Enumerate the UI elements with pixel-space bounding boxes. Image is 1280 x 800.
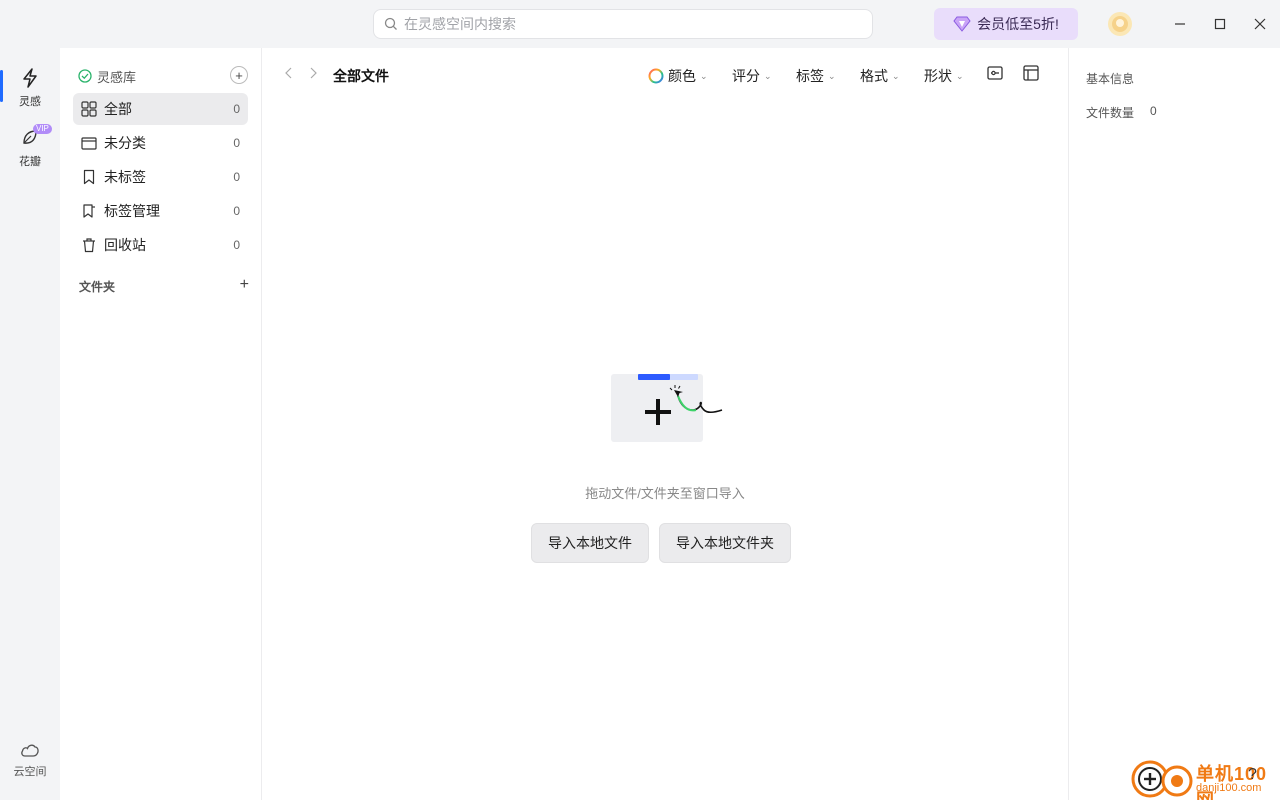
avatar-icon [1112,16,1128,32]
tray-icon [81,137,97,150]
empty-state-text: 拖动文件/文件夹至窗口导入 [585,486,745,501]
info-panel: 基本信息 文件数量 0 [1068,48,1280,800]
minimize-icon [1175,23,1185,25]
sidebar-item-count: 0 [233,170,240,184]
grid-icon [81,101,97,117]
membership-promo-button[interactable]: 会员低至5折! [934,8,1078,40]
sidebar-item-count: 0 [233,238,240,252]
file-count-value: 0 [1150,104,1157,118]
sidebar-item-all[interactable]: 全部 0 [73,93,248,125]
rail-item-cloud[interactable]: 云空间 [0,742,60,779]
layout-panel-icon [1023,65,1039,81]
diamond-icon [953,16,971,32]
sidebar-item-count: 0 [233,136,240,150]
tag-manage-icon [83,204,95,218]
add-folder-button[interactable]: + [240,277,249,295]
help-button[interactable]: ? [1248,766,1257,784]
main-content: 全部文件 颜色 ⌄ 评分 ⌄ 标签 ⌄ 格式 ⌄ 形状 ⌄ 拖动文件/文件夹至窗… [262,48,1068,800]
filter-label: 评分 [732,68,760,84]
search-input[interactable] [404,16,844,32]
title-bar: 会员低至5折! [0,0,1280,48]
close-icon [1254,18,1266,30]
chevron-right-icon [310,67,317,79]
chevron-down-icon: ⌄ [764,70,772,81]
filter-shape[interactable]: 形状 ⌄ [924,66,964,86]
sidebar-item-label: 全部 [104,101,132,117]
rail-item-petals[interactable]: VIP 花瓣 [0,124,60,169]
sidebar-item-trash[interactable]: 回收站 0 [73,229,248,261]
sidebar-item-label: 未分类 [104,135,146,151]
sidebar-item-uncategorized[interactable]: 未分类 0 [73,127,248,159]
page-title: 全部文件 [333,68,389,84]
file-count-row: 文件数量 0 [1086,104,1157,121]
bookmark-icon [83,169,95,185]
chevron-down-icon: ⌄ [828,70,836,81]
rail-label-petals: 花瓣 [19,156,41,168]
sidebar-item-untagged[interactable]: 未标签 0 [73,161,248,193]
maximize-icon [1214,18,1226,30]
folders-header: 文件夹 + [79,277,249,295]
folders-label: 文件夹 [79,280,116,294]
sidebar-item-label: 回收站 [104,237,146,253]
user-avatar[interactable] [1108,12,1132,36]
filter-label: 标签 [796,68,824,84]
library-header[interactable]: 灵感库 + [78,66,248,86]
chevron-down-icon: ⌄ [700,70,708,81]
add-library-button[interactable]: + [230,66,248,84]
sidebar-item-count: 0 [233,102,240,116]
filter-label: 格式 [860,68,888,84]
minimize-button[interactable] [1168,12,1192,36]
watermark-site-name: 单机100网 [1196,764,1268,800]
filter-label: 颜色 [668,68,696,84]
chevron-down-icon: ⌄ [956,70,964,81]
slider-box-icon [987,66,1003,80]
layout-toggle-button[interactable] [1022,64,1042,84]
vip-badge: VIP [33,124,52,134]
import-file-button[interactable]: 导入本地文件 [531,523,649,563]
search-box[interactable] [373,9,873,39]
empty-folder-illustration [611,374,723,442]
sidebar-item-count: 0 [233,204,240,218]
back-button[interactable] [284,66,294,82]
promo-label: 会员低至5折! [977,16,1059,32]
sidebar: 灵感库 + 全部 0 未分类 0 未标签 0 标签管理 0 回收站 0 文件夹 … [60,48,262,800]
import-folder-button[interactable]: 导入本地文件夹 [659,523,791,563]
search-icon [384,17,397,30]
color-wheel-icon [648,68,664,84]
rail-label-inspiration: 灵感 [19,96,41,108]
sidebar-item-label: 未标签 [104,169,146,185]
sidebar-item-tag-management[interactable]: 标签管理 0 [73,195,248,227]
maximize-button[interactable] [1208,12,1232,36]
filter-label: 形状 [924,68,952,84]
info-panel-title: 基本信息 [1086,72,1135,86]
app-rail: 灵感 VIP 花瓣 云空间 [0,48,60,800]
plus-icon: + [235,67,243,83]
rail-label-cloud: 云空间 [13,766,47,778]
filter-format[interactable]: 格式 ⌄ [860,66,900,86]
filter-rating[interactable]: 评分 ⌄ [732,66,772,86]
sidebar-item-label: 标签管理 [104,203,160,219]
chevron-down-icon: ⌄ [892,70,900,81]
close-button[interactable] [1248,12,1272,36]
file-count-label: 文件数量 [1086,106,1135,120]
library-label: 灵感库 [97,69,137,85]
sort-toggle-button[interactable] [986,64,1006,84]
lightning-icon [23,68,37,88]
check-circle-icon [78,69,92,83]
forward-button[interactable] [308,66,318,82]
filter-color[interactable]: 颜色 ⌄ [648,66,708,86]
rail-item-inspiration[interactable]: 灵感 [0,68,60,109]
question-mark-icon: ? [1248,766,1257,783]
chevron-left-icon [285,67,292,79]
filter-tag[interactable]: 标签 ⌄ [796,66,836,86]
trash-icon [83,238,95,253]
cloud-icon [21,744,39,757]
toolbar: 全部文件 颜色 ⌄ 评分 ⌄ 标签 ⌄ 格式 ⌄ 形状 ⌄ [262,62,1068,88]
